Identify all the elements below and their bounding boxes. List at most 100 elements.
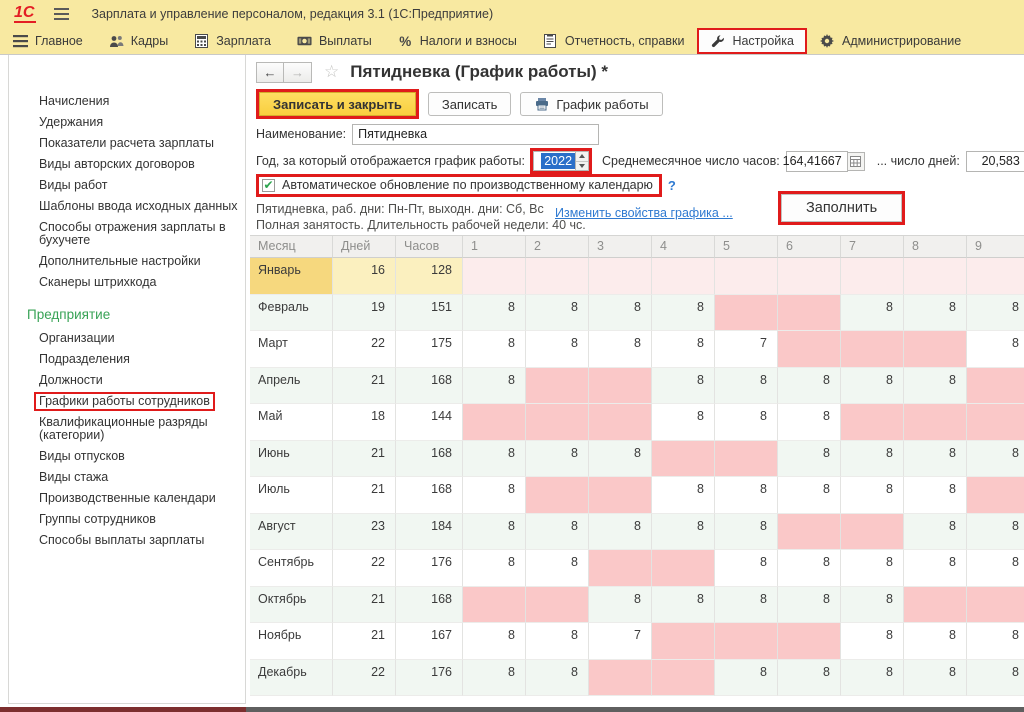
hours-cell[interactable]: 168 xyxy=(396,477,463,514)
sidebar-item[interactable]: Виды стажа xyxy=(9,467,245,488)
day-cell[interactable] xyxy=(841,514,904,551)
day-cell[interactable]: 8 xyxy=(778,404,841,441)
day-cell[interactable]: 8 xyxy=(463,623,526,660)
day-cell[interactable]: 8 xyxy=(526,660,589,697)
sidebar-item[interactable]: Производственные календари xyxy=(9,488,245,509)
sidebar-item[interactable]: Должности xyxy=(9,370,245,391)
day-cell[interactable] xyxy=(904,331,967,368)
column-header[interactable]: Месяц xyxy=(250,236,333,258)
sidebar-item[interactable]: Организации xyxy=(9,328,245,349)
day-cell[interactable] xyxy=(526,258,589,295)
day-cell[interactable] xyxy=(904,258,967,295)
day-cell[interactable]: 8 xyxy=(526,514,589,551)
print-schedule-button[interactable]: График работы xyxy=(520,92,662,116)
day-cell[interactable]: 8 xyxy=(463,331,526,368)
day-cell[interactable] xyxy=(652,441,715,478)
year-input[interactable]: 2022 xyxy=(533,151,575,171)
day-cell[interactable] xyxy=(904,404,967,441)
day-cell[interactable] xyxy=(463,404,526,441)
month-cell[interactable]: Октябрь xyxy=(250,587,333,624)
hours-cell[interactable]: 151 xyxy=(396,295,463,332)
day-cell[interactable]: 8 xyxy=(967,295,1024,332)
fill-button[interactable]: Заполнить xyxy=(781,194,902,222)
day-cell[interactable] xyxy=(841,258,904,295)
day-cell[interactable] xyxy=(715,295,778,332)
menu-tab-7[interactable]: Настройка xyxy=(697,28,807,54)
day-cell[interactable]: 8 xyxy=(967,441,1024,478)
days-cell[interactable]: 22 xyxy=(333,331,396,368)
day-cell[interactable] xyxy=(841,331,904,368)
month-cell[interactable]: Июнь xyxy=(250,441,333,478)
sidebar-item[interactable]: Дополнительные настройки xyxy=(9,251,245,272)
menu-tab-8[interactable]: Администрирование xyxy=(807,28,974,54)
day-cell[interactable] xyxy=(526,368,589,405)
days-cell[interactable]: 21 xyxy=(333,587,396,624)
day-cell[interactable]: 8 xyxy=(715,404,778,441)
hours-cell[interactable]: 167 xyxy=(396,623,463,660)
day-cell[interactable]: 8 xyxy=(904,368,967,405)
sidebar-item[interactable]: Показатели расчета зарплаты xyxy=(9,133,245,154)
hours-cell[interactable]: 168 xyxy=(396,368,463,405)
day-cell[interactable] xyxy=(715,441,778,478)
day-cell[interactable] xyxy=(904,587,967,624)
day-cell[interactable]: 8 xyxy=(715,514,778,551)
day-cell[interactable] xyxy=(463,587,526,624)
day-cell[interactable]: 8 xyxy=(904,477,967,514)
favorite-star-icon[interactable]: ☆ xyxy=(324,62,339,82)
save-and-close-button[interactable]: Записать и закрыть xyxy=(259,92,416,116)
days-cell[interactable]: 22 xyxy=(333,550,396,587)
day-cell[interactable]: 8 xyxy=(778,441,841,478)
day-cell[interactable] xyxy=(778,331,841,368)
day-cell[interactable] xyxy=(463,258,526,295)
menu-tab-1[interactable]: Главное xyxy=(0,28,96,54)
day-cell[interactable]: 8 xyxy=(841,550,904,587)
menu-tab-2[interactable]: Кадры xyxy=(96,28,181,54)
sidebar-item[interactable]: Подразделения xyxy=(9,349,245,370)
sidebar-item[interactable]: Виды работ xyxy=(9,175,245,196)
sidebar-item[interactable]: Виды авторских договоров xyxy=(9,154,245,175)
day-cell[interactable]: 8 xyxy=(463,368,526,405)
day-cell[interactable] xyxy=(652,258,715,295)
column-header[interactable]: 6 xyxy=(778,236,841,258)
save-button[interactable]: Записать xyxy=(428,92,512,116)
day-cell[interactable] xyxy=(589,368,652,405)
day-cell[interactable]: 8 xyxy=(841,441,904,478)
day-cell[interactable] xyxy=(778,514,841,551)
edit-properties-link[interactable]: Изменить свойства графика ... xyxy=(555,206,733,220)
day-cell[interactable]: 8 xyxy=(967,550,1024,587)
sidebar-item[interactable]: Шаблоны ввода исходных данных xyxy=(9,196,245,217)
day-cell[interactable]: 8 xyxy=(841,368,904,405)
day-cell[interactable] xyxy=(967,477,1024,514)
day-cell[interactable] xyxy=(526,404,589,441)
day-cell[interactable] xyxy=(652,623,715,660)
column-header[interactable]: 3 xyxy=(589,236,652,258)
hours-cell[interactable]: 176 xyxy=(396,660,463,697)
day-cell[interactable] xyxy=(652,550,715,587)
column-header[interactable]: 7 xyxy=(841,236,904,258)
day-cell[interactable]: 8 xyxy=(463,550,526,587)
day-cell[interactable]: 8 xyxy=(904,550,967,587)
day-cell[interactable] xyxy=(652,660,715,697)
day-cell[interactable]: 8 xyxy=(463,441,526,478)
day-cell[interactable]: 8 xyxy=(778,477,841,514)
hours-cell[interactable]: 128 xyxy=(396,258,463,295)
sidebar-item[interactable]: Способы выплаты зарплаты xyxy=(9,530,245,551)
day-cell[interactable]: 8 xyxy=(778,368,841,405)
sidebar-item[interactable]: Графики работы сотрудников xyxy=(9,391,245,412)
column-header[interactable]: 2 xyxy=(526,236,589,258)
sidebar-item[interactable]: Начисления xyxy=(9,91,245,112)
hours-cell[interactable]: 168 xyxy=(396,587,463,624)
sidebar-item[interactable]: Способы отражения зарплаты в бухучете xyxy=(9,217,245,251)
day-cell[interactable]: 8 xyxy=(967,660,1024,697)
hours-cell[interactable]: 168 xyxy=(396,441,463,478)
year-spinner[interactable] xyxy=(575,151,589,171)
day-cell[interactable]: 8 xyxy=(715,477,778,514)
day-cell[interactable]: 8 xyxy=(652,331,715,368)
menu-tab-4[interactable]: Выплаты xyxy=(284,28,385,54)
days-cell[interactable]: 21 xyxy=(333,441,396,478)
days-cell[interactable]: 21 xyxy=(333,477,396,514)
day-cell[interactable]: 8 xyxy=(526,623,589,660)
day-cell[interactable]: 7 xyxy=(589,623,652,660)
days-cell[interactable]: 22 xyxy=(333,660,396,697)
days-cell[interactable]: 16 xyxy=(333,258,396,295)
